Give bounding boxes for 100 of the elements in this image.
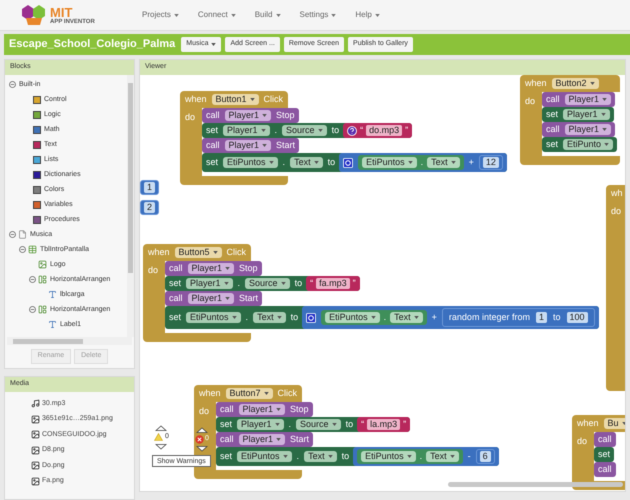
component-dropdown[interactable]: Player1	[224, 140, 272, 151]
keyword-label: do	[148, 265, 158, 275]
keyword-label: call	[206, 111, 220, 120]
up-arrow-icon[interactable]	[155, 425, 168, 431]
component-dropdown[interactable]: Text	[253, 312, 286, 323]
component-dropdown[interactable]: Player1	[188, 263, 234, 274]
keyword-label: do	[185, 112, 196, 122]
keyword-label: set	[169, 279, 182, 288]
caret-icon	[274, 423, 280, 426]
keyword-label: wh	[611, 189, 623, 198]
component-dropdown[interactable]: EtiPuntos	[223, 157, 278, 168]
component-dropdown[interactable]: Text	[304, 451, 337, 462]
menu-item[interactable]: Help	[355, 9, 380, 21]
dot-label: .	[288, 420, 292, 429]
component-dropdown[interactable]: Player1	[238, 434, 286, 445]
component-dropdown[interactable]: Button7	[226, 388, 273, 399]
component-dropdown[interactable]: Button1	[212, 94, 259, 105]
method-label: Start	[290, 435, 310, 444]
component-dropdown[interactable]: Button5	[174, 247, 222, 258]
collapse-icon[interactable]	[29, 276, 36, 283]
component-dropdown[interactable]: Player1	[564, 124, 612, 135]
caret-icon	[374, 14, 380, 16]
number-field[interactable]: 12	[482, 157, 499, 168]
scrollbar[interactable]	[127, 75, 134, 337]
caret-icon	[232, 316, 237, 319]
down-arrow-icon[interactable]	[196, 446, 208, 452]
number-field[interactable]: 6	[480, 451, 491, 462]
component-dropdown[interactable]: Player1	[563, 109, 610, 120]
component-dropdown[interactable]: EtiPuntos	[237, 451, 292, 462]
component-dropdown[interactable]: Text	[290, 157, 323, 168]
caret-icon	[331, 14, 336, 16]
caret-icon	[276, 316, 282, 319]
help-icon[interactable]	[347, 126, 358, 136]
component-dropdown[interactable]: Text	[426, 451, 459, 462]
component-dropdown[interactable]: EtiPuntos	[325, 312, 380, 323]
caret-icon	[280, 282, 286, 285]
component-dropdown[interactable]: Player1	[564, 94, 612, 105]
quote-mark: “	[361, 420, 364, 429]
component-dropdown[interactable]: Button2	[552, 78, 599, 89]
collapse-icon[interactable]	[19, 246, 26, 253]
caret-icon	[276, 438, 282, 441]
menu-item[interactable]: Settings	[300, 9, 336, 21]
component-dropdown[interactable]: EtiPunto	[563, 139, 614, 150]
component-dropdown[interactable]: Bu	[604, 418, 625, 429]
component-dropdown[interactable]: EtiPuntos	[361, 451, 416, 462]
down-arrow-icon[interactable]	[155, 444, 168, 450]
menu-item[interactable]: Projects	[142, 9, 179, 21]
mutator-icon[interactable]	[343, 158, 354, 168]
dot-label: .	[420, 452, 422, 461]
up-arrow-icon[interactable]	[196, 427, 208, 433]
text-field[interactable]: do.mp3	[366, 125, 402, 136]
caret-icon	[314, 161, 319, 164]
quote-mark: ”	[352, 279, 356, 288]
number-field[interactable]: 2	[144, 202, 156, 213]
caret-icon	[212, 251, 218, 254]
keyword-label: do	[611, 206, 622, 216]
text-field[interactable]: la.mp3	[367, 419, 400, 430]
menu-item[interactable]: Build	[254, 9, 280, 21]
scrollbar[interactable]	[7, 337, 132, 345]
keyword-label: call	[220, 435, 234, 444]
keyword-label: call	[546, 125, 560, 134]
keyword-label: do	[199, 406, 210, 416]
keyword-label: set	[598, 450, 610, 459]
number-field[interactable]: 1	[536, 312, 547, 323]
mutator-icon[interactable]	[306, 312, 316, 322]
component-dropdown[interactable]: Text	[427, 157, 460, 168]
component-dropdown[interactable]: EtiPuntos	[186, 312, 241, 323]
collapse-icon[interactable]	[9, 231, 16, 238]
component-dropdown[interactable]: Player1	[237, 419, 284, 430]
music-icon	[31, 399, 40, 408]
keyword-label: to	[552, 313, 560, 322]
keyword-label: set	[220, 420, 232, 429]
keyword-label: when	[148, 248, 170, 257]
dot-label: .	[246, 313, 248, 322]
collapse-icon[interactable]	[29, 306, 36, 313]
caret-icon	[211, 43, 216, 46]
caret-icon	[450, 455, 455, 458]
caret-icon	[276, 408, 282, 411]
collapse-icon[interactable]	[9, 81, 16, 88]
component-dropdown[interactable]: Player1	[224, 110, 272, 121]
keyword-label: do	[525, 96, 536, 106]
text-field[interactable]: fa.mp3	[316, 278, 350, 289]
number-field[interactable]: 1	[144, 182, 156, 193]
caret-icon	[332, 423, 337, 426]
component-dropdown[interactable]: Text	[390, 312, 423, 323]
keyword-label: call	[206, 141, 220, 150]
component-dropdown[interactable]: Player1	[186, 278, 233, 289]
component-dropdown[interactable]: Player1	[238, 404, 286, 415]
image-icon	[38, 260, 47, 269]
component-dropdown[interactable]: Player1	[223, 125, 270, 136]
number-field[interactable]: 100	[566, 312, 588, 323]
component-dropdown[interactable]: Source	[245, 278, 290, 289]
menu-item[interactable]: Connect	[198, 9, 236, 21]
component-dropdown[interactable]: EtiPuntos	[362, 157, 417, 168]
caret-icon	[590, 82, 595, 85]
component-dropdown[interactable]: Player1	[188, 293, 234, 304]
scrollbar[interactable]	[448, 482, 623, 487]
component-dropdown[interactable]: Source	[296, 419, 341, 430]
project-title: Escape_School_Colegio_Palma	[9, 37, 176, 52]
component-dropdown[interactable]: Source	[282, 125, 327, 136]
